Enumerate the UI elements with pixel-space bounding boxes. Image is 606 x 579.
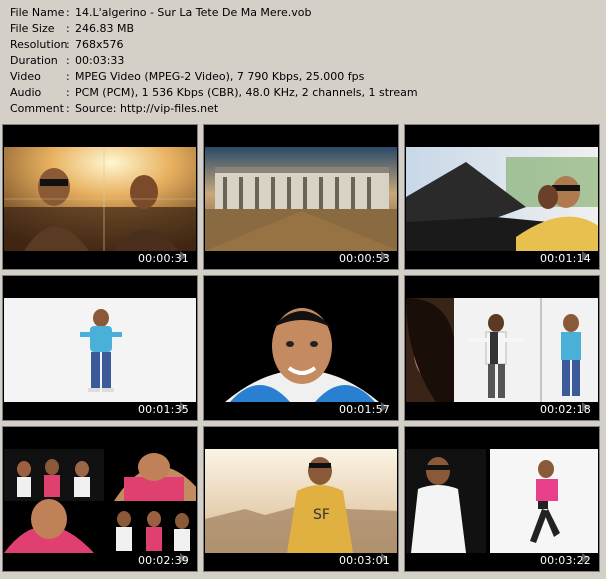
info-row-audio: Audio : PCM (PCM), 1 536 Kbps (CBR), 48.… xyxy=(10,85,600,101)
info-value: PCM (PCM), 1 536 Kbps (CBR), 48.0 KHz, 2… xyxy=(75,86,418,99)
thumbnail-5[interactable]: 00:01:57 xyxy=(203,275,399,421)
info-row-file-size: File Size : 246.83 MB xyxy=(10,21,600,37)
info-value: 00:03:33 xyxy=(75,54,125,67)
video-frame-image xyxy=(406,298,598,402)
video-frame-image xyxy=(205,147,397,251)
video-frame-image xyxy=(4,147,196,251)
info-colon: : xyxy=(66,70,70,83)
timestamp: 00:01:35 xyxy=(137,403,189,416)
info-colon: : xyxy=(66,54,70,67)
info-label: File Size xyxy=(10,22,55,35)
svg-text:SF: SF xyxy=(313,507,330,523)
info-value: 14.L'algerino - Sur La Tete De Ma Mere.v… xyxy=(75,6,312,19)
thumbnail-4[interactable]: 00:01:35 xyxy=(2,275,198,421)
video-frame-image xyxy=(406,147,598,251)
thumbnail-3[interactable]: 00:01:14 xyxy=(404,124,600,270)
file-info-panel: File Name : 14.L'algerino - Sur La Tete … xyxy=(10,5,600,117)
timestamp: 00:03:22 xyxy=(539,554,591,567)
info-value: MPEG Video (MPEG-2 Video), 7 790 Kbps, 2… xyxy=(75,70,365,83)
video-frame-image xyxy=(205,298,397,402)
thumbnail-grid: 00:00:31 00:00:53 00:01:14 00:01:35 00:0… xyxy=(2,124,604,577)
info-colon: : xyxy=(66,22,70,35)
info-value: 768x576 xyxy=(75,38,124,51)
info-colon: : xyxy=(66,102,70,115)
thumbnail-8[interactable]: SF 00:03:01 xyxy=(203,426,399,572)
timestamp: 00:02:39 xyxy=(137,554,189,567)
thumbnail-7[interactable]: 00:02:39 xyxy=(2,426,198,572)
timestamp: 00:02:18 xyxy=(539,403,591,416)
info-label: Resolution xyxy=(10,38,68,51)
info-row-file-name: File Name : 14.L'algerino - Sur La Tete … xyxy=(10,5,600,21)
info-label: Comment xyxy=(10,102,64,115)
timestamp: 00:01:14 xyxy=(539,252,591,265)
thumbnail-2[interactable]: 00:00:53 xyxy=(203,124,399,270)
info-row-duration: Duration : 00:03:33 xyxy=(10,53,600,69)
video-frame-image xyxy=(4,449,196,553)
info-value: 246.83 MB xyxy=(75,22,135,35)
video-frame-image xyxy=(4,298,196,402)
info-row-video: Video : MPEG Video (MPEG-2 Video), 7 790… xyxy=(10,69,600,85)
info-label: Video xyxy=(10,70,41,83)
video-frame-image: SF xyxy=(205,449,397,553)
thumbnail-9[interactable]: 00:03:22 xyxy=(404,426,600,572)
info-value: Source: http://vip-files.net xyxy=(75,102,219,115)
timestamp: 00:01:57 xyxy=(338,403,390,416)
video-frame-image xyxy=(406,449,598,553)
timestamp: 00:03:01 xyxy=(338,554,390,567)
info-colon: : xyxy=(66,6,70,19)
timestamp: 00:00:31 xyxy=(137,252,189,265)
info-row-comment: Comment : Source: http://vip-files.net xyxy=(10,101,600,117)
thumbnail-6[interactable]: 00:02:18 xyxy=(404,275,600,421)
info-label: Audio xyxy=(10,86,42,99)
info-row-resolution: Resolution : 768x576 xyxy=(10,37,600,53)
info-colon: : xyxy=(66,38,70,51)
thumbnail-1[interactable]: 00:00:31 xyxy=(2,124,198,270)
info-colon: : xyxy=(66,86,70,99)
info-label: File Name xyxy=(10,6,65,19)
timestamp: 00:00:53 xyxy=(338,252,390,265)
info-label: Duration xyxy=(10,54,58,67)
